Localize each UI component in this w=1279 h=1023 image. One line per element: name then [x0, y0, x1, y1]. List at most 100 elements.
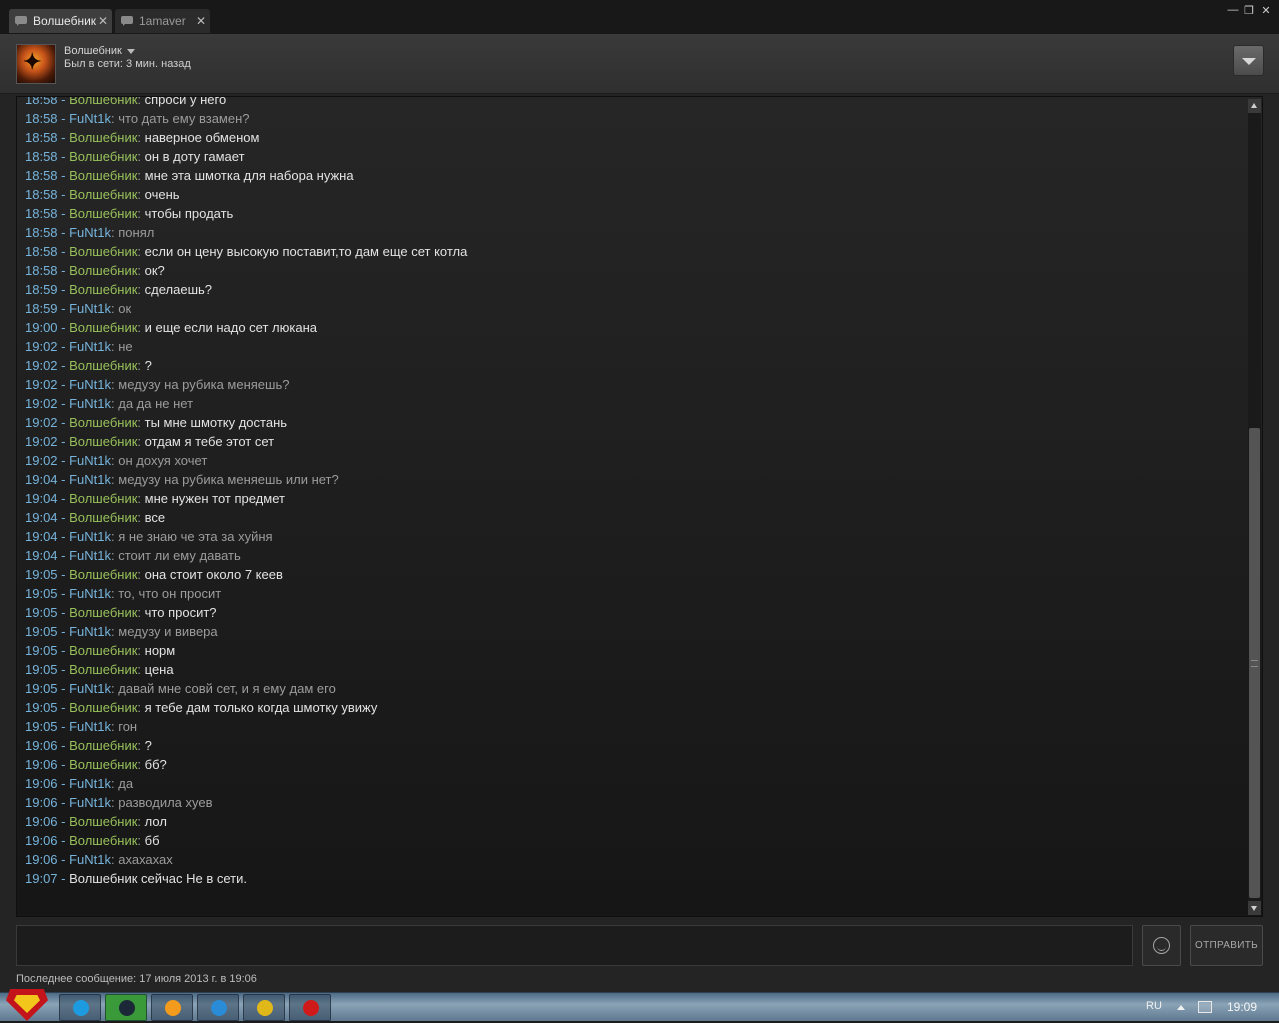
message-author: Волшебник [69, 833, 138, 848]
message-time: 18:58 [25, 149, 58, 164]
avatar[interactable]: ✦ [16, 44, 56, 84]
message-author: Волшебник [69, 168, 138, 183]
chat-message: 19:07 - Волшебник сейчас Не в сети. [25, 869, 1245, 888]
message-text: ок [118, 301, 132, 316]
message-text: очень [144, 187, 180, 202]
message-text: медузу на рубика меняешь? [118, 377, 290, 392]
restore-icon[interactable]: ❐ [1242, 4, 1256, 17]
message-colon: : [137, 358, 145, 373]
chat-message: 18:58 - Волшебник: чтобы продать [25, 204, 1245, 223]
tab-bar: Волшебник ✕ 1amaver ✕ — ❐ ✕ [0, 0, 1279, 34]
message-author: Волшебник [69, 662, 138, 677]
message-text: медузу и вивера [118, 624, 218, 639]
chat-message: 19:05 - Волшебник: норм [25, 641, 1245, 660]
message-author: Волшебник [69, 130, 138, 145]
taskbar-app-button[interactable] [59, 994, 101, 1021]
scroll-down-icon[interactable] [1248, 901, 1261, 915]
scrollbar-thumb[interactable] [1249, 428, 1260, 898]
message-text: спроси у него [144, 96, 227, 107]
message-text: норм [144, 643, 176, 658]
message-text: разводила хуев [118, 795, 213, 810]
taskbar-app-button[interactable] [105, 994, 147, 1021]
taskbar-app-button[interactable] [151, 994, 193, 1021]
friend-name-dropdown[interactable]: Волшебник [64, 45, 135, 57]
message-separator: - [57, 833, 70, 848]
message-author: FuNt1k [69, 852, 112, 867]
tab-1amaver[interactable]: 1amaver ✕ [115, 9, 210, 33]
message-separator: - [57, 700, 70, 715]
minimize-icon[interactable]: — [1226, 4, 1240, 16]
message-text: ок? [144, 263, 165, 278]
message-text: гон [118, 719, 138, 734]
message-separator: - [57, 130, 70, 145]
message-author: Волшебник [69, 757, 138, 772]
message-time: 19:02 [25, 339, 58, 354]
close-icon[interactable]: ✕ [96, 14, 110, 28]
message-list: 18:58 - Волшебник: спроси у него 18:58 - … [25, 96, 1245, 888]
message-author: Волшебник [69, 567, 138, 582]
clock[interactable]: 19:09 [1227, 1000, 1257, 1014]
message-time: 18:58 [25, 130, 58, 145]
message-text: чтобы продать [144, 206, 234, 221]
message-time: 18:58 [25, 96, 58, 107]
tab-volshebnik[interactable]: Волшебник ✕ [9, 9, 112, 33]
message-text: медузу на рубика меняешь или нет? [118, 472, 339, 487]
message-time: 19:05 [25, 586, 58, 601]
message-text: не [118, 339, 133, 354]
message-time: 19:02 [25, 415, 58, 430]
emoticon-button[interactable] [1142, 925, 1181, 966]
message-text: если он цену высокую поставит,то дам еще… [144, 244, 468, 259]
message-time: 19:04 [25, 529, 58, 544]
message-text: да да не нет [118, 396, 194, 411]
chat-message: 18:59 - FuNt1k: ок [25, 299, 1245, 318]
message-text: и еще если надо сет люкана [144, 320, 317, 335]
message-input[interactable] [16, 925, 1133, 966]
message-time: 19:06 [25, 795, 58, 810]
message-text: отдам я тебе этот сет [144, 434, 275, 449]
message-separator: - [57, 795, 70, 810]
scroll-up-icon[interactable] [1248, 99, 1261, 113]
message-colon: : [137, 757, 145, 772]
window-close-icon[interactable]: ✕ [1259, 4, 1273, 17]
chat-message: 19:05 - FuNt1k: давай мне совй сет, и я … [25, 679, 1245, 698]
message-separator: - [57, 263, 70, 278]
message-author: FuNt1k [69, 529, 112, 544]
message-text: я не знаю че эта за хуйня [118, 529, 273, 544]
chat-message: 19:02 - Волшебник: ты мне шмотку достань [25, 413, 1245, 432]
chat-message: 18:58 - FuNt1k: что дать ему взамен? [25, 109, 1245, 128]
chevron-down-icon [1242, 58, 1256, 65]
message-text: что просит? [144, 605, 217, 620]
taskbar-app-button[interactable] [243, 994, 285, 1021]
message-time: 18:58 [25, 111, 58, 126]
chat-menu-button[interactable] [1233, 45, 1264, 76]
chat-log[interactable]: 18:58 - Волшебник: спроси у него 18:58 - … [16, 96, 1263, 917]
chat-message: 19:06 - Волшебник: ? [25, 736, 1245, 755]
chat-message: 18:58 - Волшебник: очень [25, 185, 1245, 204]
network-icon[interactable] [1198, 1001, 1212, 1013]
close-icon[interactable]: ✕ [194, 14, 208, 28]
language-indicator[interactable]: RU [1146, 1000, 1162, 1012]
message-author: FuNt1k [69, 453, 112, 468]
message-separator: - [57, 225, 70, 240]
send-button[interactable]: ОТПРАВИТЬ [1190, 925, 1263, 966]
taskbar-app-button[interactable] [289, 994, 331, 1021]
chat-message: 19:05 - FuNt1k: то, что он просит [25, 584, 1245, 603]
message-text: ахахахах [118, 852, 173, 867]
tray-expand-icon[interactable] [1177, 1005, 1185, 1010]
message-time: 19:05 [25, 700, 58, 715]
chrome-icon [257, 1000, 273, 1016]
message-text: ? [144, 358, 152, 373]
message-author: FuNt1k [69, 681, 112, 696]
message-text: да [118, 776, 134, 791]
message-separator: - [57, 757, 70, 772]
message-author: FuNt1k [69, 301, 112, 316]
chat-bubble-icon [15, 15, 28, 27]
chat-message: 19:05 - Волшебник: я тебе дам только ког… [25, 698, 1245, 717]
message-separator: - [57, 529, 70, 544]
start-button[interactable] [2, 987, 52, 1023]
message-time: 19:04 [25, 472, 58, 487]
message-time: 19:04 [25, 510, 58, 525]
taskbar-app-button[interactable] [197, 994, 239, 1021]
scrollbar[interactable] [1248, 99, 1261, 915]
message-colon: : [137, 415, 145, 430]
